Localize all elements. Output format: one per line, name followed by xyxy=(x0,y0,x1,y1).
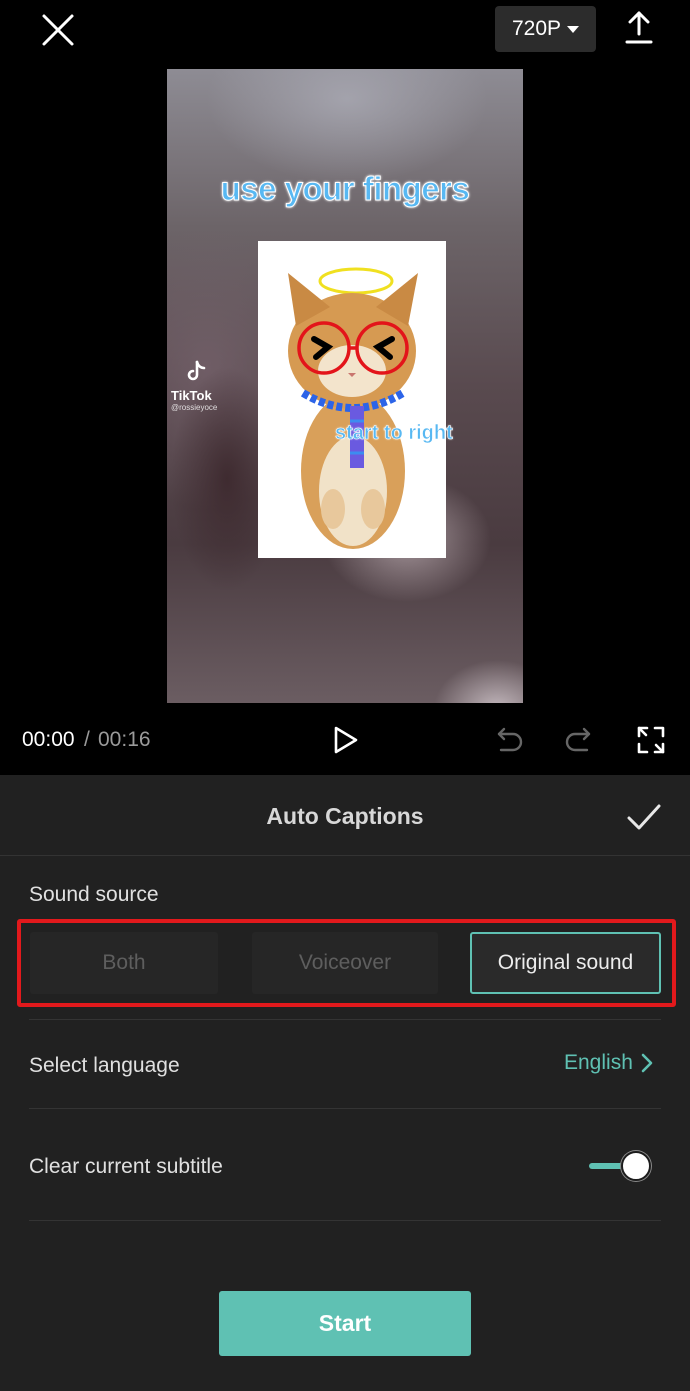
caret-down-icon xyxy=(567,25,580,33)
resolution-label: 720P xyxy=(511,17,562,40)
export-button[interactable] xyxy=(618,6,662,50)
time-separator: / xyxy=(84,728,90,751)
editor-top-area: 720P use your fingers TikTok @rossieyoce xyxy=(0,0,690,775)
video-preview[interactable]: use your fingers TikTok @rossieyoce star… xyxy=(167,69,523,703)
tiktok-handle: @rossieyoce xyxy=(171,403,218,412)
fullscreen-icon xyxy=(637,726,665,754)
preview-caption-top: use your fingers xyxy=(220,170,470,208)
toggle-knob xyxy=(621,1151,651,1181)
auto-captions-panel: Auto Captions Sound source Both Voiceove… xyxy=(0,775,690,1391)
row-divider xyxy=(29,1220,661,1221)
resolution-dropdown[interactable]: 720P xyxy=(495,6,596,52)
start-button[interactable]: Start xyxy=(219,1291,471,1356)
close-icon xyxy=(42,14,74,46)
row-divider xyxy=(29,1019,661,1020)
tiktok-brand: TikTok xyxy=(171,388,212,403)
upload-icon xyxy=(625,11,653,44)
tiktok-logo-icon xyxy=(187,360,206,381)
clear-subtitle-toggle[interactable] xyxy=(589,1149,653,1183)
redo-icon xyxy=(565,727,591,752)
sound-source-label: Sound source xyxy=(29,883,159,906)
preview-caption-mid: start to right xyxy=(335,422,453,445)
confirm-button[interactable] xyxy=(622,795,666,839)
close-button[interactable] xyxy=(36,8,80,52)
play-icon xyxy=(334,726,358,754)
undo-icon xyxy=(497,727,523,752)
sound-option-original[interactable]: Original sound xyxy=(470,932,661,994)
clear-subtitle-label: Clear current subtitle xyxy=(29,1155,223,1178)
current-time: 00:00 xyxy=(22,728,75,751)
fullscreen-button[interactable] xyxy=(633,722,669,758)
language-selector[interactable]: English xyxy=(564,1051,653,1075)
sound-option-both[interactable]: Both xyxy=(30,932,218,994)
cat-sticker xyxy=(258,241,446,558)
panel-divider xyxy=(0,855,690,856)
redo-button[interactable] xyxy=(562,722,598,758)
total-time: 00:16 xyxy=(98,728,151,751)
cat-illustration xyxy=(288,267,418,549)
panel-title: Auto Captions xyxy=(266,803,424,829)
chevron-right-icon xyxy=(641,1053,653,1073)
sound-option-voiceover[interactable]: Voiceover xyxy=(252,932,438,994)
tiktok-watermark: TikTok @rossieyoce xyxy=(171,359,241,412)
checkmark-icon xyxy=(627,804,661,830)
undo-button[interactable] xyxy=(490,722,526,758)
select-language-label[interactable]: Select language xyxy=(29,1054,180,1078)
row-divider xyxy=(29,1108,661,1109)
language-value: English xyxy=(564,1051,633,1074)
play-button[interactable] xyxy=(325,720,365,760)
